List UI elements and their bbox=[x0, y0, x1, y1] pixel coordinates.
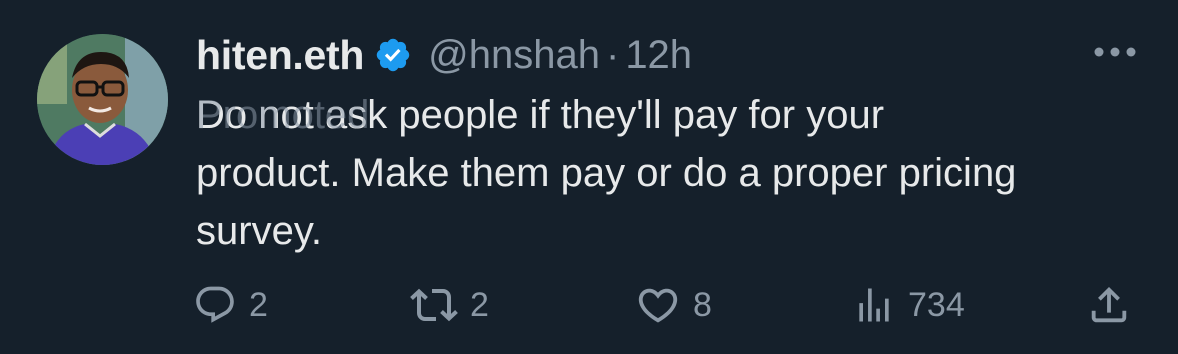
reply-count: 2 bbox=[249, 285, 268, 324]
heart-icon bbox=[635, 282, 681, 328]
share-button[interactable] bbox=[1086, 280, 1132, 330]
reply-button[interactable]: 2 bbox=[193, 280, 268, 330]
more-options-icon[interactable] bbox=[1092, 42, 1138, 62]
views-button[interactable]: 734 bbox=[852, 280, 965, 330]
tweet-header: hiten.eth @hnshah · 12h bbox=[196, 26, 692, 84]
tweet-card[interactable]: hiten.eth @hnshah · 12h Do not ask peopl… bbox=[0, 0, 1178, 354]
like-button[interactable]: 8 bbox=[635, 280, 712, 330]
action-bar: 2 2 8 734 bbox=[0, 280, 1178, 330]
tweet-text-line: Do not ask people if they'll pay for you… bbox=[196, 93, 885, 137]
views-count: 734 bbox=[908, 285, 965, 324]
retweet-button[interactable]: 2 bbox=[410, 280, 489, 330]
verified-badge-icon bbox=[374, 36, 412, 74]
timestamp[interactable]: 12h bbox=[625, 33, 692, 78]
like-count: 8 bbox=[693, 285, 712, 324]
user-handle[interactable]: @hnshah bbox=[428, 33, 600, 78]
retweet-icon bbox=[410, 281, 458, 329]
tweet-text-line: product. Make them pay or do a proper pr… bbox=[196, 151, 1017, 195]
separator-dot: · bbox=[605, 32, 620, 77]
tweet-text-line: survey. bbox=[196, 209, 322, 253]
reply-icon bbox=[193, 283, 237, 327]
share-icon bbox=[1086, 282, 1132, 328]
views-icon bbox=[852, 283, 896, 327]
avatar[interactable] bbox=[37, 34, 168, 165]
display-name[interactable]: hiten.eth bbox=[196, 32, 364, 79]
tweet-text: Do not ask people if they'll pay for you… bbox=[196, 86, 1156, 260]
retweet-count: 2 bbox=[470, 285, 489, 324]
